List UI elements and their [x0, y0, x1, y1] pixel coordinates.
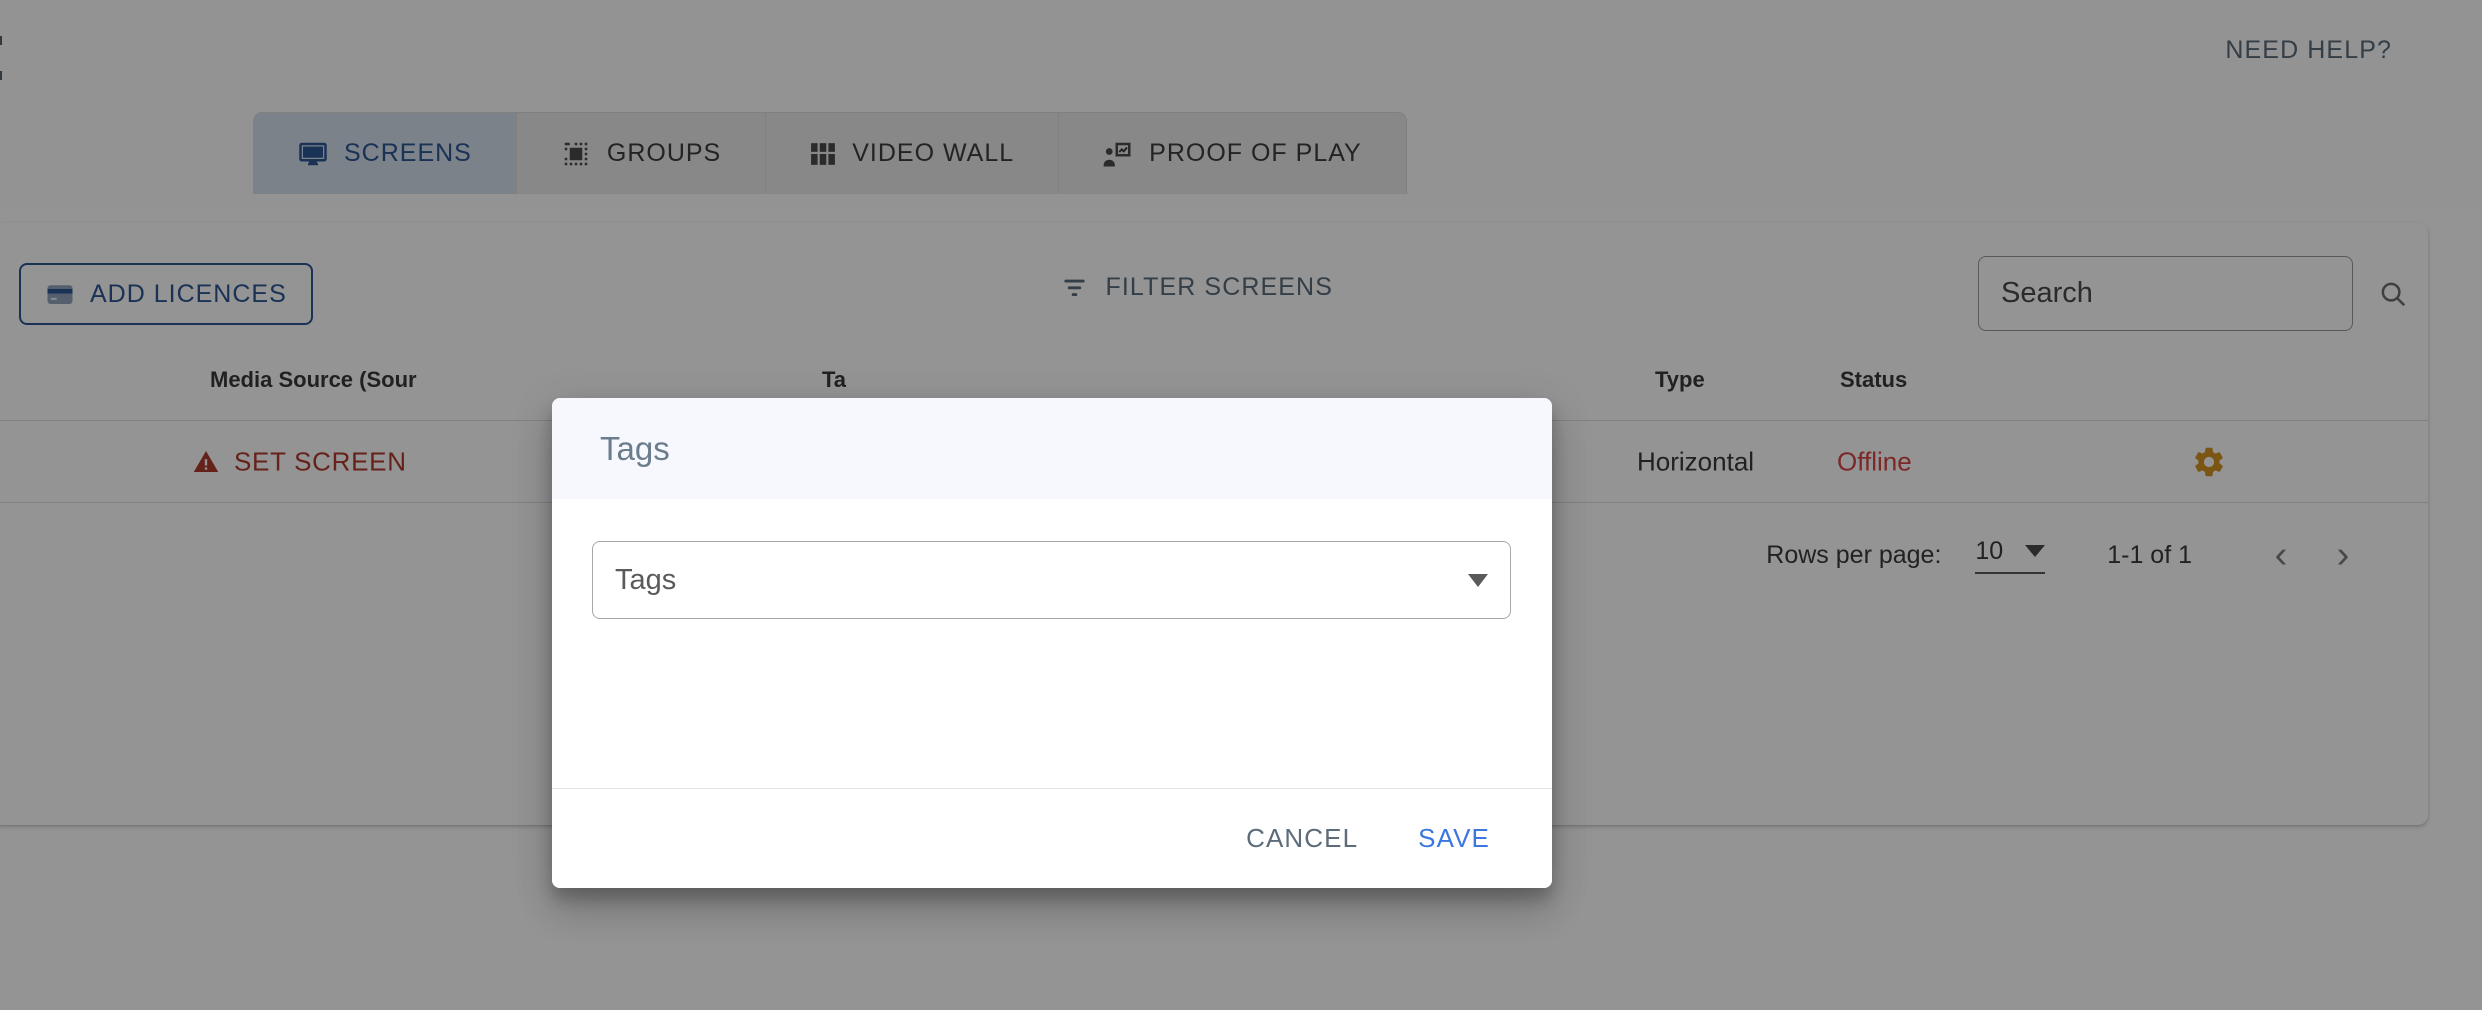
tags-select[interactable]: Tags: [592, 541, 1511, 619]
tags-modal: Tags Tags CANCEL SAVE: [552, 398, 1552, 888]
modal-body: Tags: [552, 499, 1552, 788]
modal-footer: CANCEL SAVE: [552, 788, 1552, 888]
chevron-down-icon: [1468, 574, 1488, 587]
modal-title: Tags: [600, 430, 670, 468]
cancel-button[interactable]: CANCEL: [1224, 809, 1380, 868]
tags-select-value: Tags: [615, 564, 1468, 597]
page-root: NEED HELP? SCREENS: [0, 0, 2482, 1010]
modal-header: Tags: [552, 398, 1552, 499]
save-button[interactable]: SAVE: [1396, 809, 1512, 868]
